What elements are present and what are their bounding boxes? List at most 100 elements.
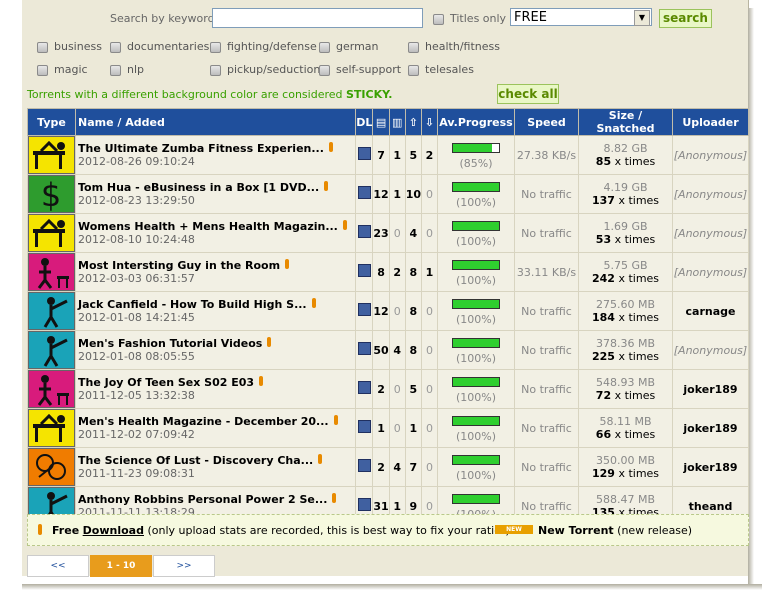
torrent-name-link[interactable]: Anthony Robbins Personal Power 2 Se... (78, 493, 327, 506)
files-count[interactable]: 2 (372, 369, 390, 409)
checkbox-icon[interactable] (433, 13, 444, 25)
comments-count[interactable]: 0 (388, 408, 406, 448)
pager-current[interactable]: 1 - 10 (90, 555, 152, 577)
col-size[interactable]: Size / Snatched (578, 108, 673, 136)
torrent-name-link[interactable]: Jack Canfield - How To Build High S... (78, 298, 307, 311)
comments-count[interactable]: 0 (388, 291, 406, 331)
leechers-count[interactable]: 0 (421, 213, 438, 253)
search-button[interactable]: search (659, 9, 712, 28)
col-comments-icon[interactable]: ▥ (388, 108, 406, 136)
uploader-name[interactable]: [Anonymous] (674, 188, 747, 201)
uploader-name[interactable]: joker189 (683, 383, 737, 396)
seeders-count[interactable]: 4 (404, 213, 423, 253)
comments-count[interactable]: 4 (388, 447, 406, 487)
col-name[interactable]: Name / Added (74, 108, 357, 136)
comments-count[interactable]: 0 (388, 369, 406, 409)
titles-only-checkbox[interactable]: Titles only (433, 12, 506, 25)
category-fighting-defense[interactable]: fighting/defense (210, 40, 317, 53)
category-telesales[interactable]: telesales (408, 63, 474, 76)
leechers-count[interactable]: 0 (421, 330, 438, 370)
col-dl[interactable]: DL (355, 108, 374, 136)
seeders-count[interactable]: 5 (404, 369, 423, 409)
files-count[interactable]: 8 (372, 252, 390, 292)
comments-count[interactable]: 4 (388, 330, 406, 370)
comments-count[interactable]: 1 (388, 174, 406, 214)
category-magic[interactable]: magic (37, 63, 88, 76)
uploader-name[interactable]: carnage (686, 305, 736, 318)
torrent-name-link[interactable]: The Ultimate Zumba Fitness Experien... (78, 142, 324, 155)
category-icon[interactable] (27, 408, 76, 448)
files-count[interactable]: 7 (372, 135, 390, 175)
seeders-count[interactable]: 10 (404, 174, 423, 214)
download-icon[interactable] (357, 147, 371, 160)
seeders-count[interactable]: 8 (404, 291, 423, 331)
category-pickup-seduction[interactable]: pickup/seduction (210, 63, 320, 76)
col-progress[interactable]: Av.Progress (437, 108, 515, 136)
files-count[interactable]: 2 (372, 447, 390, 487)
category-icon[interactable] (27, 291, 76, 331)
download-link[interactable]: Download (83, 524, 144, 537)
category-icon[interactable] (27, 213, 76, 253)
download-icon[interactable] (357, 186, 371, 199)
leechers-count[interactable]: 0 (421, 408, 438, 448)
category-select[interactable]: FREE ▼ (510, 8, 652, 26)
leechers-count[interactable]: 1 (421, 252, 438, 292)
torrent-name-link[interactable]: Tom Hua - eBusiness in a Box [1 DVD... (78, 181, 319, 194)
category-german[interactable]: german (319, 40, 379, 53)
download-icon[interactable] (357, 264, 371, 277)
uploader-name[interactable]: joker189 (683, 422, 737, 435)
uploader-name[interactable]: theand (689, 500, 733, 513)
category-icon[interactable] (27, 135, 76, 175)
download-icon[interactable] (357, 381, 371, 394)
pager-prev[interactable]: << (27, 555, 89, 577)
col-speed[interactable]: Speed (514, 108, 579, 136)
uploader-name[interactable]: [Anonymous] (674, 344, 747, 357)
category-icon[interactable] (27, 369, 76, 409)
leechers-count[interactable]: 0 (421, 174, 438, 214)
download-icon[interactable] (357, 303, 371, 316)
files-count[interactable]: 1 (372, 408, 390, 448)
comments-count[interactable]: 2 (388, 252, 406, 292)
uploader-name[interactable]: [Anonymous] (674, 149, 747, 162)
category-icon[interactable] (27, 447, 76, 487)
col-type[interactable]: Type (27, 108, 76, 136)
check-all-button[interactable]: check all (497, 84, 559, 104)
leechers-count[interactable]: 2 (421, 135, 438, 175)
torrent-name-link[interactable]: The Joy Of Teen Sex S02 E03 (78, 376, 254, 389)
files-count[interactable]: 50 (372, 330, 390, 370)
files-count[interactable]: 12 (372, 291, 390, 331)
leechers-count[interactable]: 0 (421, 369, 438, 409)
uploader-name[interactable]: [Anonymous] (674, 227, 747, 240)
download-icon[interactable] (357, 498, 371, 511)
torrent-name-link[interactable]: The Science Of Lust - Discovery Cha... (78, 454, 313, 467)
seeders-count[interactable]: 1 (404, 408, 423, 448)
category-health-fitness[interactable]: health/fitness (408, 40, 500, 53)
col-leechers-icon[interactable]: ⇩ (421, 108, 438, 136)
seeders-count[interactable]: 8 (404, 330, 423, 370)
download-icon[interactable] (357, 459, 371, 472)
files-count[interactable]: 12 (372, 174, 390, 214)
seeders-count[interactable]: 8 (404, 252, 423, 292)
category-icon[interactable] (27, 252, 76, 292)
leechers-count[interactable]: 0 (421, 291, 438, 331)
uploader-name[interactable]: joker189 (683, 461, 737, 474)
col-seeders-icon[interactable]: ⇧ (404, 108, 423, 136)
pager-next[interactable]: >> (153, 555, 215, 577)
files-count[interactable]: 23 (372, 213, 390, 253)
category-self-support[interactable]: self-support (319, 63, 401, 76)
torrent-name-link[interactable]: Men's Fashion Tutorial Videos (78, 337, 262, 350)
torrent-name-link[interactable]: Most Intersting Guy in the Room (78, 259, 280, 272)
col-uploader[interactable]: Uploader (672, 108, 749, 136)
comments-count[interactable]: 0 (388, 213, 406, 253)
leechers-count[interactable]: 0 (421, 447, 438, 487)
uploader-name[interactable]: [Anonymous] (674, 266, 747, 279)
download-icon[interactable] (357, 420, 371, 433)
search-input[interactable] (212, 8, 423, 28)
category-documentaries[interactable]: documentaries (110, 40, 209, 53)
download-icon[interactable] (357, 225, 371, 238)
seeders-count[interactable]: 5 (404, 135, 423, 175)
col-files-icon[interactable]: ▤ (372, 108, 390, 136)
torrent-name-link[interactable]: Men's Health Magazine - December 20... (78, 415, 329, 428)
torrent-name-link[interactable]: Womens Health + Mens Health Magazin... (78, 220, 338, 233)
chevron-down-icon[interactable]: ▼ (634, 10, 650, 26)
